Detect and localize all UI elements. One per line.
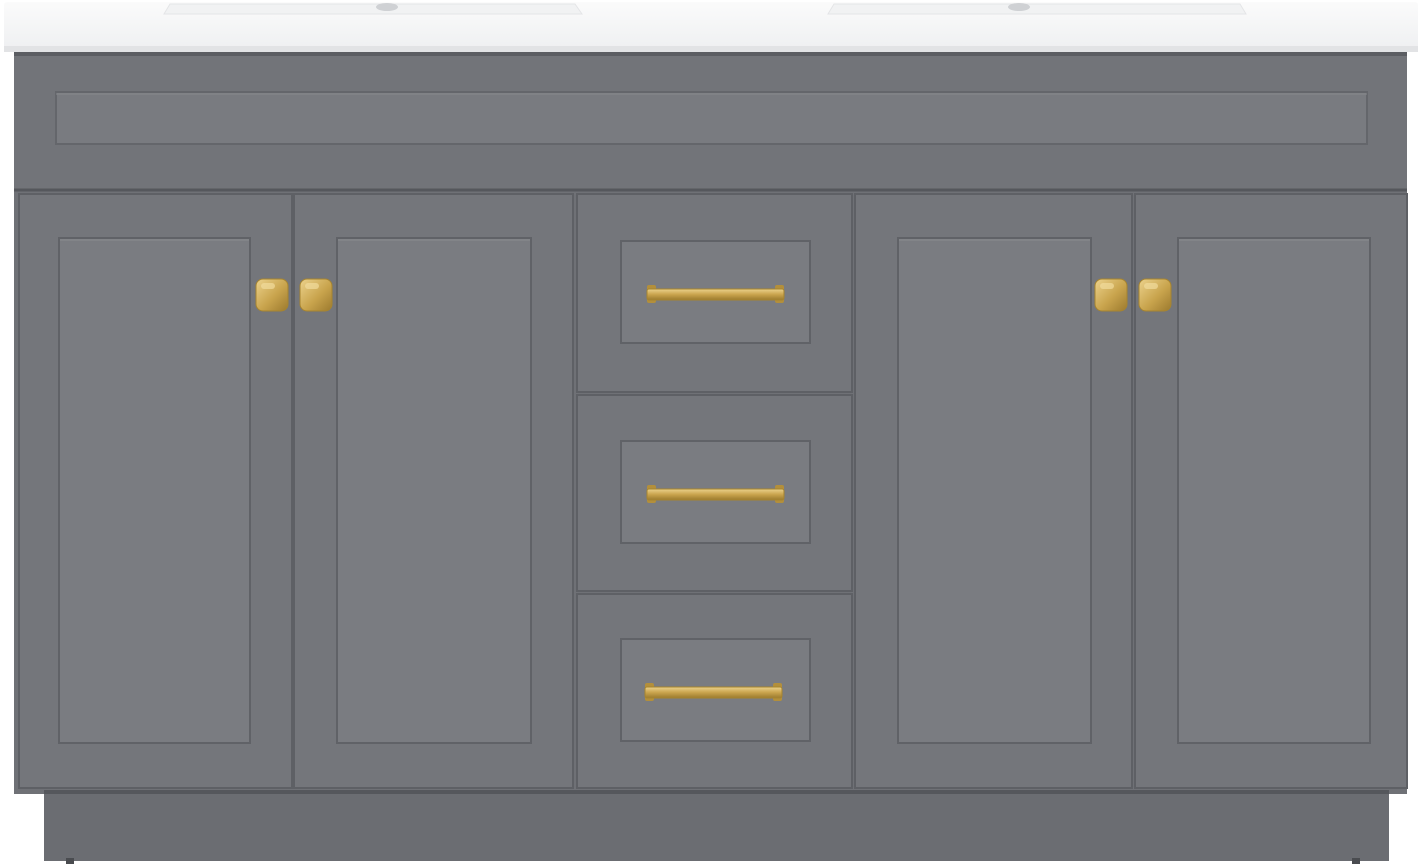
- vanity-scene: [0, 0, 1421, 867]
- cabinet-door-1[interactable]: [18, 193, 293, 789]
- leveling-foot-left: [66, 858, 74, 864]
- door-panel: [58, 237, 251, 744]
- faucet-hole-right: [1008, 3, 1030, 11]
- door-panel: [897, 237, 1092, 744]
- door-panel: [1177, 237, 1371, 744]
- cabinet-door-2[interactable]: [293, 193, 574, 789]
- door-knob-3[interactable]: [1094, 278, 1128, 312]
- faucet-hole-left: [376, 3, 398, 11]
- leveling-foot-right: [1352, 858, 1360, 864]
- sink-basin-right: [827, 3, 1247, 15]
- sink-basin-left: [163, 3, 583, 15]
- door-panel: [336, 237, 532, 744]
- false-drawer-front: [14, 56, 1407, 192]
- cabinet-door-4[interactable]: [1134, 193, 1408, 789]
- countertop: [4, 2, 1418, 52]
- door-knob-4[interactable]: [1138, 278, 1172, 312]
- door-knob-1[interactable]: [255, 278, 289, 312]
- toe-kick: [44, 790, 1389, 864]
- cabinet-door-3[interactable]: [854, 193, 1133, 789]
- door-knob-2[interactable]: [299, 278, 333, 312]
